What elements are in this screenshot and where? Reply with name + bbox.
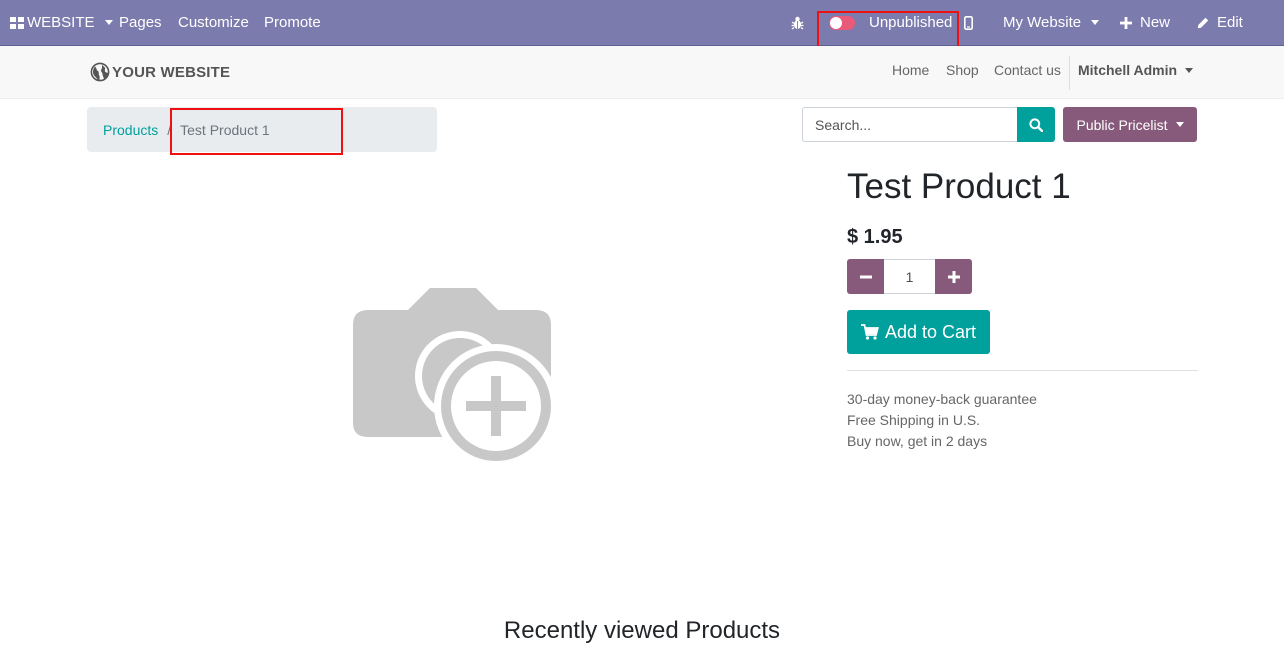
pricelist-dropdown[interactable]: Public Pricelist <box>1063 107 1197 142</box>
logo-text: YOUR WEBSITE <box>112 63 231 81</box>
app-menu-label: WEBSITE <box>27 14 95 31</box>
search-button[interactable] <box>1017 107 1055 142</box>
user-menu[interactable]: Mitchell Admin <box>1078 62 1194 78</box>
bug-icon <box>791 16 804 30</box>
chevron-down-icon <box>104 20 113 25</box>
breadcrumb: Products / Test Product 1 <box>87 107 437 152</box>
promote-menu[interactable]: Promote <box>264 0 321 45</box>
plus-icon <box>1120 16 1132 29</box>
globe-icon <box>90 62 110 82</box>
quantity-input[interactable] <box>884 259 935 294</box>
user-name: Mitchell Admin <box>1078 62 1178 78</box>
search-input[interactable] <box>802 107 1017 142</box>
edit-button[interactable]: Edit <box>1197 0 1243 45</box>
shopping-cart-icon <box>860 324 879 340</box>
toggle-switch-icon <box>829 15 855 30</box>
product-terms: 30-day money-back guarantee Free Shippin… <box>847 389 1037 452</box>
website-app-menu[interactable]: WEBSITE <box>10 0 113 45</box>
decrease-quantity-button[interactable] <box>847 259 884 294</box>
nav-home[interactable]: Home <box>892 62 929 78</box>
apps-grid-icon <box>10 16 24 29</box>
chevron-down-icon <box>1175 122 1184 127</box>
add-to-cart-button[interactable]: Add to Cart <box>847 310 990 354</box>
new-button[interactable]: New <box>1120 0 1170 45</box>
divider <box>847 370 1198 371</box>
pages-menu[interactable]: Pages <box>119 0 162 45</box>
search-icon <box>1029 117 1043 132</box>
nav-shop[interactable]: Shop <box>946 62 979 78</box>
increase-quantity-button[interactable] <box>935 259 972 294</box>
minus-icon <box>859 275 872 278</box>
term-item: Buy now, get in 2 days <box>847 433 988 449</box>
product-image-placeholder <box>348 286 558 471</box>
nav-contact-us[interactable]: Contact us <box>994 62 1061 78</box>
admin-navbar: WEBSITE Pages Customize Promote Unpublis… <box>0 0 1284 46</box>
product-title: Test Product 1 <box>847 167 1071 206</box>
publish-status-label: Unpublished <box>869 14 953 31</box>
breadcrumb-products-link[interactable]: Products <box>103 122 158 138</box>
product-search <box>802 107 1055 142</box>
breadcrumb-separator: / <box>167 121 172 138</box>
site-logo[interactable]: YOUR WEBSITE <box>90 62 230 82</box>
debug-button[interactable] <box>791 0 804 45</box>
quantity-stepper <box>847 259 972 294</box>
pricelist-label: Public Pricelist <box>1076 116 1168 133</box>
new-button-label: New <box>1140 14 1171 31</box>
nav-divider <box>1069 56 1070 90</box>
plus-icon <box>947 270 960 283</box>
breadcrumb-current: Test Product 1 <box>180 121 270 138</box>
camera-plus-icon <box>353 288 558 468</box>
website-switcher[interactable]: My Website <box>1003 0 1100 45</box>
mobile-icon <box>964 15 973 30</box>
chevron-down-icon <box>1091 20 1100 25</box>
product-price: $ 1.95 <box>847 226 903 248</box>
edit-button-label: Edit <box>1217 14 1243 31</box>
pencil-icon <box>1197 17 1209 28</box>
mobile-preview-button[interactable] <box>964 0 973 45</box>
chevron-down-icon <box>1185 67 1194 73</box>
add-to-cart-label: Add to Cart <box>884 321 977 342</box>
term-item: 30-day money-back guarantee <box>847 391 1037 407</box>
recently-viewed-heading: Recently viewed Products <box>503 617 781 644</box>
term-item: Free Shipping in U.S. <box>847 412 981 428</box>
publish-toggle[interactable]: Unpublished <box>829 0 952 45</box>
customize-menu[interactable]: Customize <box>178 0 249 45</box>
website-switcher-label: My Website <box>1003 14 1082 31</box>
